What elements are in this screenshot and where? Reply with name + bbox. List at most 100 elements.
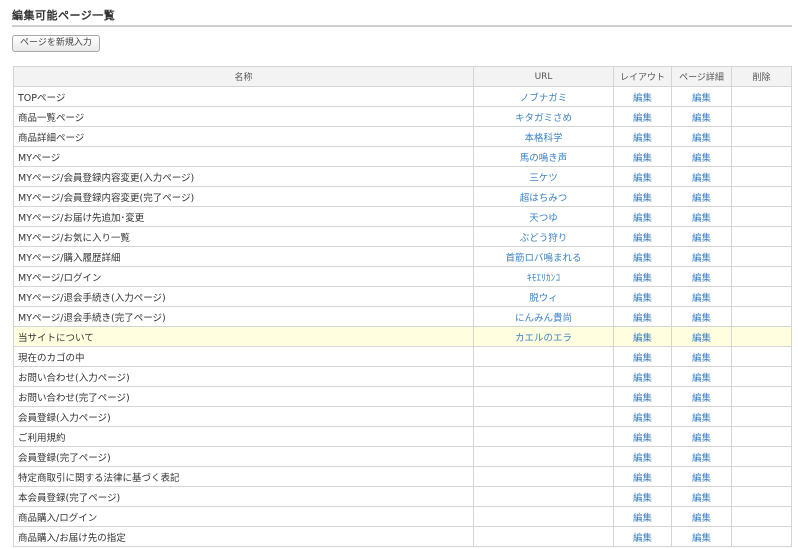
page-detail-edit-link[interactable]: 編集 xyxy=(692,533,711,544)
page-url-cell: ｷﾓｴﾘｶﾝｺ xyxy=(473,266,614,287)
layout-edit-link[interactable]: 編集 xyxy=(633,133,652,144)
page-detail-edit-link[interactable]: 編集 xyxy=(692,153,711,164)
page-detail-edit-link[interactable]: 編集 xyxy=(692,133,711,144)
layout-edit-link[interactable]: 編集 xyxy=(633,353,652,364)
delete-cell xyxy=(731,506,792,527)
table-row: 会員登録(入力ページ) 編集 編集 xyxy=(13,406,792,427)
page-detail-cell: 編集 xyxy=(671,226,732,247)
page-url-link[interactable]: 脱ウィ xyxy=(529,293,558,304)
page-name-cell: 現在のカゴの中 xyxy=(13,346,474,367)
page-detail-edit-link[interactable]: 編集 xyxy=(692,293,711,304)
page-detail-cell: 編集 xyxy=(671,106,732,127)
page-detail-edit-link[interactable]: 編集 xyxy=(692,233,711,244)
table-row: MYページ/会員登録内容変更(完了ページ) 超はちみつ 編集 編集 xyxy=(13,186,792,207)
page-url-cell: 馬の鳴き声 xyxy=(473,146,614,167)
layout-edit-link[interactable]: 編集 xyxy=(633,193,652,204)
page-detail-edit-link[interactable]: 編集 xyxy=(692,453,711,464)
page-detail-edit-link[interactable]: 編集 xyxy=(692,393,711,404)
delete-cell xyxy=(731,266,792,287)
page-detail-cell: 編集 xyxy=(671,386,732,407)
page-detail-cell: 編集 xyxy=(671,306,732,327)
page-name-cell: MYページ/ログイン xyxy=(13,266,474,287)
page-detail-edit-link[interactable]: 編集 xyxy=(692,173,711,184)
layout-edit-link[interactable]: 編集 xyxy=(633,313,652,324)
layout-edit-link[interactable]: 編集 xyxy=(633,153,652,164)
page-url-link[interactable]: 天つゆ xyxy=(529,213,558,224)
layout-edit-link[interactable]: 編集 xyxy=(633,93,652,104)
page-url-link[interactable]: キタガミさめ xyxy=(515,113,572,124)
page-detail-edit-link[interactable]: 編集 xyxy=(692,373,711,384)
page-detail-edit-link[interactable]: 編集 xyxy=(692,353,711,364)
page-url-cell: 三ケツ xyxy=(473,166,614,187)
page-url-cell xyxy=(473,386,614,407)
page-detail-edit-link[interactable]: 編集 xyxy=(692,333,711,344)
layout-edit-link[interactable]: 編集 xyxy=(633,453,652,464)
table-row: 特定商取引に関する法律に基づく表記 編集 編集 xyxy=(13,466,792,487)
layout-edit-link[interactable]: 編集 xyxy=(633,533,652,544)
layout-edit-link[interactable]: 編集 xyxy=(633,273,652,284)
layout-cell: 編集 xyxy=(613,86,672,107)
table-row: 現在のカゴの中 編集 編集 xyxy=(13,346,792,367)
layout-edit-link[interactable]: 編集 xyxy=(633,473,652,484)
page-url-cell xyxy=(473,426,614,447)
page-url-link[interactable]: 首筋ロバ鳴まれる xyxy=(505,253,581,264)
delete-cell xyxy=(731,186,792,207)
page-url-link[interactable]: ノブナガミ xyxy=(520,93,568,104)
layout-edit-link[interactable]: 編集 xyxy=(633,393,652,404)
layout-edit-link[interactable]: 編集 xyxy=(633,253,652,264)
page-title: 編集可能ページ一覧 xyxy=(12,9,116,22)
layout-edit-link[interactable]: 編集 xyxy=(633,433,652,444)
layout-cell: 編集 xyxy=(613,246,672,267)
page-detail-edit-link[interactable]: 編集 xyxy=(692,273,711,284)
new-page-button[interactable]: ページを新規入力 xyxy=(12,35,100,52)
layout-edit-link[interactable]: 編集 xyxy=(633,113,652,124)
page-url-link[interactable]: にんみん貴尚 xyxy=(515,313,572,324)
layout-edit-link[interactable]: 編集 xyxy=(633,513,652,524)
page-detail-edit-link[interactable]: 編集 xyxy=(692,93,711,104)
page-name-cell: ご利用規約 xyxy=(13,426,474,447)
layout-edit-link[interactable]: 編集 xyxy=(633,373,652,384)
layout-edit-link[interactable]: 編集 xyxy=(633,213,652,224)
page-name-cell: TOPページ xyxy=(13,86,474,107)
page-detail-edit-link[interactable]: 編集 xyxy=(692,313,711,324)
delete-cell xyxy=(731,306,792,327)
page-detail-edit-link[interactable]: 編集 xyxy=(692,493,711,504)
page-url-link[interactable]: ｷﾓｴﾘｶﾝｺ xyxy=(527,273,560,284)
page-url-link[interactable]: 超はちみつ xyxy=(520,193,568,204)
layout-edit-link[interactable]: 編集 xyxy=(633,493,652,504)
layout-edit-link[interactable]: 編集 xyxy=(633,233,652,244)
layout-cell: 編集 xyxy=(613,406,672,427)
page-url-link[interactable]: カエルのエラ xyxy=(515,333,572,344)
table-row: 商品購入/お届け先の指定 編集 編集 xyxy=(13,526,792,547)
page-name-cell: MYページ/退会手続き(完了ページ) xyxy=(13,306,474,327)
page-url-cell xyxy=(473,346,614,367)
page-url-link[interactable]: 三ケツ xyxy=(529,173,558,184)
layout-edit-link[interactable]: 編集 xyxy=(633,293,652,304)
table-row: ご利用規約 編集 編集 xyxy=(13,426,792,447)
column-header-layout: レイアウト xyxy=(613,66,672,87)
page-url-link[interactable]: ぶどう狩り xyxy=(520,233,568,244)
layout-cell: 編集 xyxy=(613,146,672,167)
table-row: 本会員登録(完了ページ) 編集 編集 xyxy=(13,486,792,507)
page-detail-cell: 編集 xyxy=(671,486,732,507)
page-detail-edit-link[interactable]: 編集 xyxy=(692,193,711,204)
page-detail-edit-link[interactable]: 編集 xyxy=(692,473,711,484)
delete-cell xyxy=(731,386,792,407)
page-url-link[interactable]: 馬の鳴き声 xyxy=(520,153,568,164)
page-detail-edit-link[interactable]: 編集 xyxy=(692,433,711,444)
column-header-name: 名称 xyxy=(13,66,474,87)
page-detail-edit-link[interactable]: 編集 xyxy=(692,513,711,524)
layout-edit-link[interactable]: 編集 xyxy=(633,173,652,184)
layout-edit-link[interactable]: 編集 xyxy=(633,333,652,344)
page-url-cell: 脱ウィ xyxy=(473,286,614,307)
delete-cell xyxy=(731,146,792,167)
page-detail-edit-link[interactable]: 編集 xyxy=(692,213,711,224)
page-detail-edit-link[interactable]: 編集 xyxy=(692,413,711,424)
page-detail-edit-link[interactable]: 編集 xyxy=(692,113,711,124)
layout-edit-link[interactable]: 編集 xyxy=(633,413,652,424)
page-detail-edit-link[interactable]: 編集 xyxy=(692,253,711,264)
page-name-cell: 商品詳細ページ xyxy=(13,126,474,147)
table-row: 会員登録(完了ページ) 編集 編集 xyxy=(13,446,792,467)
page-url-link[interactable]: 本格科学 xyxy=(524,133,562,144)
delete-cell xyxy=(731,406,792,427)
